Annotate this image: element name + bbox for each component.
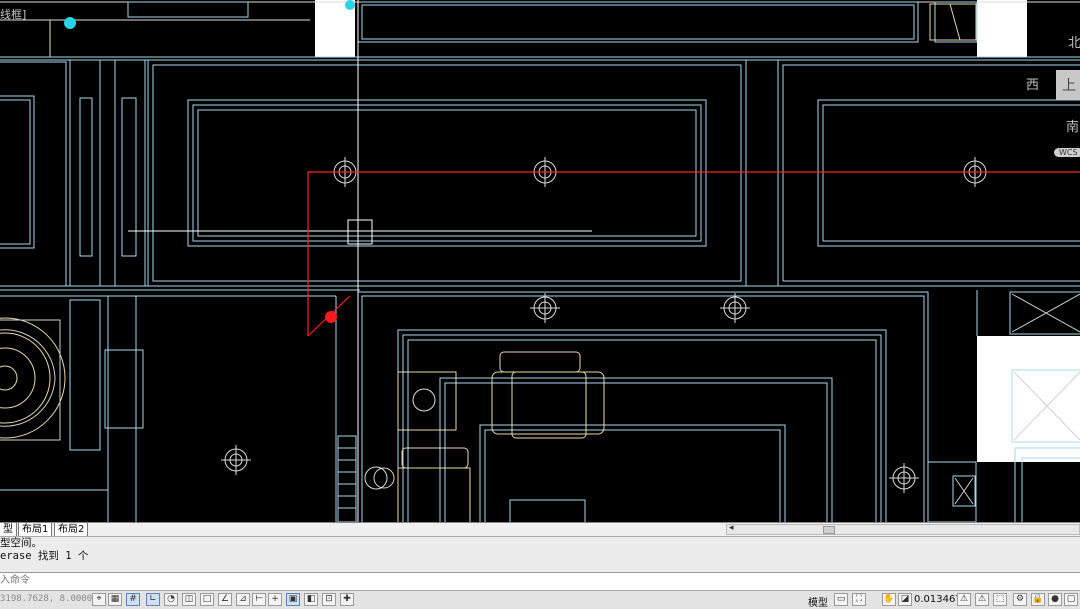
command-input-placeholder: 入命令 (0, 575, 30, 586)
annotation-visibility-icon[interactable]: ⚠ (957, 593, 971, 606)
quick-view-layouts-icon[interactable]: ▭ (834, 593, 848, 606)
crosshair-icon[interactable]: + (268, 593, 282, 606)
clean-screen-icon[interactable]: ▢ (1064, 593, 1078, 606)
coordinate-readout: 3198.7628, 8.0000 (0, 594, 93, 604)
selection-cycling-icon[interactable]: ◧ (304, 593, 318, 606)
scroll-left-icon[interactable]: ◂ (729, 523, 734, 533)
polar-tracking-icon[interactable]: ◔ (164, 593, 178, 606)
tab-layout2[interactable]: 布局2 (54, 523, 89, 536)
tab-model[interactable]: 型 (0, 523, 17, 536)
viewcube[interactable]: 北 西 上 南 WCS (1018, 30, 1080, 162)
auto-scale-icon[interactable]: ⚠ (975, 593, 989, 606)
object-snap-tracking-icon[interactable]: □ (200, 593, 214, 606)
grid-display-icon[interactable]: # (126, 593, 140, 606)
3d-osnap-icon[interactable]: ⊡ (322, 593, 336, 606)
viewcube-west-label[interactable]: 西 (1026, 74, 1039, 93)
command-history-line: 型空间。 (0, 537, 42, 549)
snap-mode-icon[interactable]: ▦ (108, 593, 122, 606)
dynamic-ucs-icon[interactable]: ∠ (218, 593, 232, 606)
gear-icon[interactable]: ⚙ (1013, 593, 1027, 606)
tab-layout1[interactable]: 布局1 (18, 523, 53, 536)
command-history: 型空间。 erase 找到 1 个 (0, 536, 1080, 573)
quick-view-drawings-icon[interactable]: ⛶ (852, 593, 866, 606)
dynamic-input-icon[interactable]: ✚ (340, 593, 354, 606)
viewcube-north-label[interactable]: 北 (1068, 32, 1080, 51)
horizontal-scrollbar[interactable]: ◂ (726, 523, 1080, 535)
wcs-menu-button[interactable]: WCS (1054, 148, 1080, 157)
scrollbar-thumb[interactable] (823, 526, 835, 534)
annotation-scale-value[interactable]: 0.013467 (914, 594, 962, 605)
ortho-mode-icon[interactable]: ∟ (146, 593, 160, 606)
isodraft-icon[interactable]: ◫ (182, 593, 196, 606)
transparency-icon[interactable]: ▣ (286, 593, 300, 606)
workspace-switch-icon[interactable]: ⬚ (993, 593, 1007, 606)
status-bar: 3198.7628, 8.0000 ⌖ ▦ # ∟ ◔ ◫ □ ∠ ⊿ ⊢ + … (0, 590, 1080, 609)
cad-drawing (0, 0, 1080, 522)
infer-constraints-icon[interactable]: ⌖ (92, 593, 106, 606)
isolate-objects-icon[interactable]: ● (1048, 593, 1062, 606)
viewport-style-label[interactable]: 线框] (0, 6, 26, 22)
lock-icon[interactable]: 🔒 (1031, 593, 1045, 606)
annotation-scale-icon[interactable]: ◪ (898, 593, 912, 606)
drawing-canvas[interactable]: 线框] 北 西 上 南 WCS (0, 0, 1080, 522)
pan-icon[interactable]: ✋ (882, 593, 896, 606)
annotation-monitor-icon[interactable]: ⊿ (236, 593, 250, 606)
lineweight-icon[interactable]: ⊢ (252, 593, 266, 606)
layout-tab-bar: 型 布局1 布局2 ◂ (0, 522, 1080, 537)
model-space-label[interactable]: 模型 (808, 594, 828, 609)
command-input[interactable]: 入命令 (0, 572, 1080, 591)
viewcube-south-label[interactable]: 南 (1066, 116, 1079, 135)
viewcube-top-face[interactable]: 上 (1056, 70, 1080, 100)
command-history-line: erase 找到 1 个 (0, 550, 89, 562)
